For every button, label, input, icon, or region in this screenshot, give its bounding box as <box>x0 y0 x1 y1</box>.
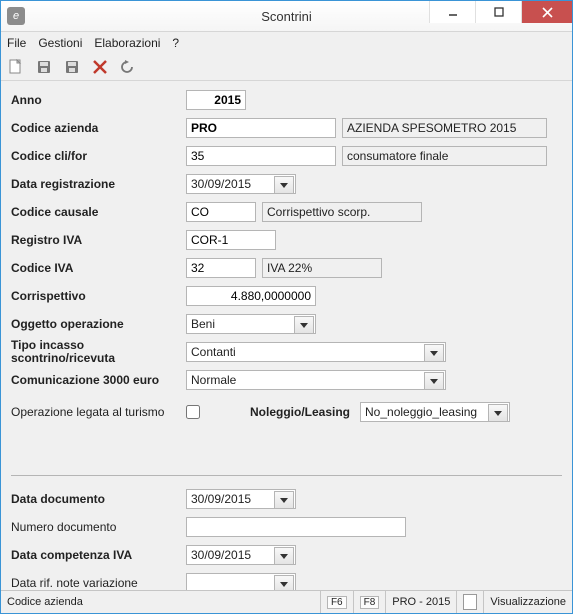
data-competenza-iva-input[interactable]: 30/09/2015 <box>186 545 296 565</box>
chevron-down-icon[interactable] <box>424 372 444 390</box>
window-controls <box>429 1 572 31</box>
separator <box>11 475 562 476</box>
data-documento-input[interactable]: 30/09/2015 <box>186 489 296 509</box>
form-area: Anno Codice azienda AZIENDA SPESOMETRO 2… <box>1 81 572 590</box>
operazione-turismo-checkbox[interactable] <box>186 405 200 419</box>
status-context: PRO - 2015 <box>386 591 457 613</box>
app-window: e Scontrini File Gestioni Elaborazioni ? <box>0 0 573 614</box>
app-icon: e <box>7 7 25 25</box>
chevron-down-icon[interactable] <box>274 491 294 509</box>
menu-elaborazioni[interactable]: Elaborazioni <box>94 36 160 50</box>
menu-file[interactable]: File <box>7 36 26 50</box>
data-rif-note-label: Data rif. note variazione <box>11 576 186 590</box>
comunicazione-3000-select[interactable]: Normale <box>186 370 446 390</box>
noleggio-label: Noleggio/Leasing <box>250 405 360 419</box>
status-f8[interactable]: F8 <box>354 591 387 613</box>
minimize-button[interactable] <box>429 1 475 23</box>
titlebar: e Scontrini <box>1 1 572 32</box>
undo-button[interactable] <box>119 58 137 76</box>
codice-iva-input[interactable] <box>186 258 256 278</box>
save-button[interactable] <box>35 58 53 76</box>
toolbar <box>1 54 572 81</box>
chevron-down-icon[interactable] <box>274 575 294 590</box>
corrispettivo-label: Corrispettivo <box>11 289 186 303</box>
document-icon <box>463 594 477 610</box>
codice-azienda-label: Codice azienda <box>11 121 186 135</box>
chevron-down-icon[interactable] <box>424 344 444 362</box>
operazione-turismo-label: Operazione legata al turismo <box>11 405 186 419</box>
anno-label: Anno <box>11 93 186 107</box>
chevron-down-icon[interactable] <box>274 547 294 565</box>
codice-causale-input[interactable] <box>186 202 256 222</box>
data-documento-label: Data documento <box>11 492 186 506</box>
corrispettivo-input[interactable] <box>186 286 316 306</box>
status-doc-icon <box>457 591 484 613</box>
save-as-button[interactable] <box>63 58 81 76</box>
codice-clifor-desc: consumatore finale <box>342 146 547 166</box>
chevron-down-icon[interactable] <box>488 404 508 422</box>
close-button[interactable] <box>521 1 572 23</box>
noleggio-select[interactable]: No_noleggio_leasing <box>360 402 510 422</box>
codice-azienda-input[interactable] <box>186 118 336 138</box>
registro-iva-input[interactable] <box>186 230 276 250</box>
comunicazione-3000-label: Comunicazione 3000 euro <box>11 373 186 387</box>
codice-azienda-desc: AZIENDA SPESOMETRO 2015 <box>342 118 547 138</box>
data-registrazione-input[interactable]: 30/09/2015 <box>186 174 296 194</box>
menu-gestioni[interactable]: Gestioni <box>38 36 82 50</box>
statusbar: Codice azienda F6 F8 PRO - 2015 Visualiz… <box>1 590 572 613</box>
new-doc-icon <box>8 59 24 75</box>
codice-iva-desc: IVA 22% <box>262 258 382 278</box>
tipo-incasso-label: Tipo incasso scontrino/ricevuta <box>11 339 186 365</box>
data-rif-note-input[interactable] <box>186 573 296 590</box>
data-registrazione-label: Data registrazione <box>11 177 186 191</box>
floppy-icon <box>64 59 80 75</box>
delete-button[interactable] <box>91 58 109 76</box>
codice-causale-desc: Corrispettivo scorp. <box>262 202 422 222</box>
codice-causale-label: Codice causale <box>11 205 186 219</box>
chevron-down-icon[interactable] <box>274 176 294 194</box>
minimize-icon <box>448 7 458 17</box>
codice-clifor-label: Codice cli/for <box>11 149 186 163</box>
anno-input[interactable] <box>186 90 246 110</box>
tipo-incasso-select[interactable]: Contanti <box>186 342 446 362</box>
status-f6[interactable]: F6 <box>321 591 354 613</box>
registro-iva-label: Registro IVA <box>11 233 186 247</box>
numero-documento-input[interactable] <box>186 517 406 537</box>
data-competenza-iva-label: Data competenza IVA <box>11 548 186 562</box>
oggetto-operazione-label: Oggetto operazione <box>11 317 186 331</box>
menubar: File Gestioni Elaborazioni ? <box>1 32 572 54</box>
oggetto-operazione-select[interactable]: Beni <box>186 314 316 334</box>
status-mode: Visualizzazione <box>484 591 572 613</box>
numero-documento-label: Numero documento <box>11 520 186 534</box>
close-icon <box>542 7 553 18</box>
undo-icon <box>120 59 136 75</box>
maximize-button[interactable] <box>475 1 521 23</box>
maximize-icon <box>494 7 504 17</box>
status-left: Codice azienda <box>1 591 321 613</box>
new-button[interactable] <box>7 58 25 76</box>
chevron-down-icon[interactable] <box>294 316 314 334</box>
codice-clifor-input[interactable] <box>186 146 336 166</box>
codice-iva-label: Codice IVA <box>11 261 186 275</box>
floppy-icon <box>36 59 52 75</box>
menu-help[interactable]: ? <box>172 36 179 50</box>
x-icon <box>92 59 108 75</box>
